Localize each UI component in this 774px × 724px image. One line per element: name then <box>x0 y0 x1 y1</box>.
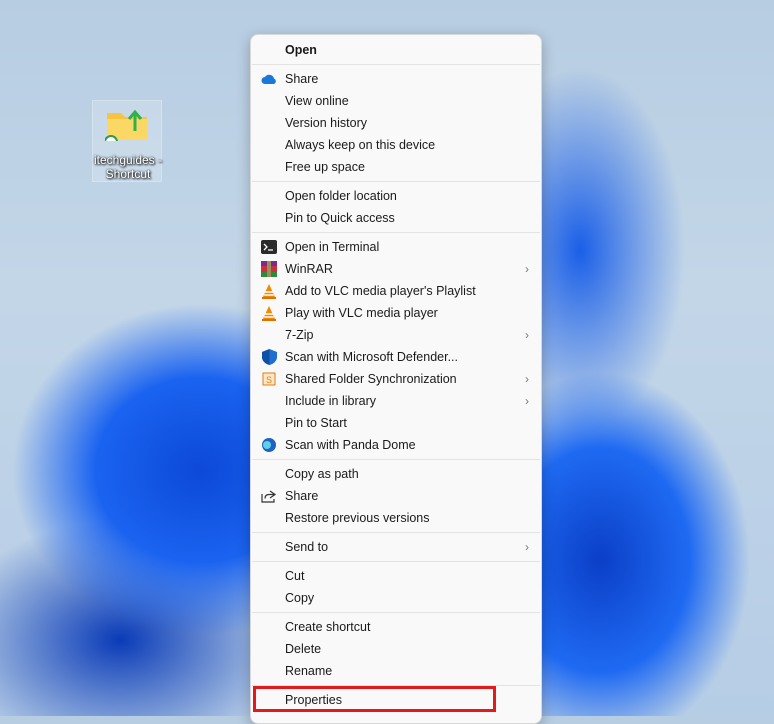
menu-item-restore-previous-versions[interactable]: Restore previous versions <box>251 507 541 529</box>
menu-item-label: Play with VLC media player <box>285 306 438 320</box>
menu-item-pin-to-quick-access[interactable]: Pin to Quick access <box>251 207 541 229</box>
menu-item-copy-as-path[interactable]: Copy as path <box>251 463 541 485</box>
menu-item-add-to-vlc-media-player-s-playlist[interactable]: Add to VLC media player's Playlist <box>251 280 541 302</box>
chevron-right-icon: › <box>525 328 529 342</box>
menu-item-rename[interactable]: Rename <box>251 660 541 682</box>
menu-item-label: Cut <box>285 569 305 583</box>
menu-separator <box>252 232 540 233</box>
menu-item-cut[interactable]: Cut <box>251 565 541 587</box>
menu-item-label: Copy <box>285 591 315 605</box>
vlc-icon <box>261 283 277 299</box>
menu-separator <box>252 612 540 613</box>
sync-icon: S <box>261 371 277 387</box>
menu-item-delete[interactable]: Delete <box>251 638 541 660</box>
menu-separator <box>252 561 540 562</box>
menu-item-include-in-library[interactable]: Include in library › <box>251 390 541 412</box>
menu-item-label: Pin to Quick access <box>285 211 395 225</box>
menu-separator <box>252 459 540 460</box>
desktop-shortcut-itechguides[interactable]: itechguides - Shortcut <box>92 100 162 182</box>
menu-item-view-online[interactable]: View online <box>251 90 541 112</box>
menu-item-label: Always keep on this device <box>285 138 436 152</box>
menu-item-label: Delete <box>285 642 322 656</box>
menu-item-label: Open folder location <box>285 189 397 203</box>
menu-separator <box>252 64 540 65</box>
svg-text:S: S <box>266 375 272 385</box>
menu-item-share[interactable]: Share <box>251 485 541 507</box>
menu-item-label: Copy as path <box>285 467 359 481</box>
menu-item-open-folder-location[interactable]: Open folder location <box>251 185 541 207</box>
menu-item-pin-to-start[interactable]: Pin to Start <box>251 412 541 434</box>
panda-dome-icon <box>261 437 277 453</box>
menu-item-label: Shared Folder Synchronization <box>285 372 457 386</box>
menu-item-label: Open in Terminal <box>285 240 380 254</box>
menu-item-label: WinRAR <box>285 262 333 276</box>
shortcut-label: itechguides - Shortcut <box>93 153 163 181</box>
folder-shortcut-icon <box>105 109 147 141</box>
chevron-right-icon: › <box>525 394 529 408</box>
onedrive-cloud-icon <box>261 71 277 87</box>
menu-item-copy[interactable]: Copy <box>251 587 541 609</box>
menu-item-label: Create shortcut <box>285 620 371 634</box>
menu-item-label: Include in library <box>285 394 377 408</box>
menu-item-label: Send to <box>285 540 329 554</box>
chevron-right-icon: › <box>525 540 529 554</box>
menu-item-label: Share <box>285 489 319 503</box>
menu-item-send-to[interactable]: Send to › <box>251 536 541 558</box>
menu-item-scan-with-panda-dome[interactable]: Scan with Panda Dome <box>251 434 541 456</box>
menu-item-label: 7-Zip <box>285 328 314 342</box>
menu-item-free-up-space[interactable]: Free up space <box>251 156 541 178</box>
menu-item-open[interactable]: Open <box>251 39 541 61</box>
menu-item-7-zip[interactable]: 7-Zip › <box>251 324 541 346</box>
menu-item-label: Version history <box>285 116 367 130</box>
defender-shield-icon <box>261 349 277 365</box>
menu-item-create-shortcut[interactable]: Create shortcut <box>251 616 541 638</box>
context-menu: Open Share View online Version history Alway… <box>250 34 542 724</box>
menu-item-label: Rename <box>285 664 333 678</box>
menu-item-label: Share <box>285 72 319 86</box>
chevron-right-icon: › <box>525 262 529 276</box>
menu-item-label: Add to VLC media player's Playlist <box>285 284 476 298</box>
menu-item-label: Pin to Start <box>285 416 347 430</box>
menu-item-always-keep-on-this-device[interactable]: Always keep on this device <box>251 134 541 156</box>
menu-item-label: Scan with Panda Dome <box>285 438 416 452</box>
menu-separator <box>252 532 540 533</box>
share-icon <box>261 488 277 504</box>
menu-item-scan-with-microsoft-defender[interactable]: Scan with Microsoft Defender... <box>251 346 541 368</box>
menu-item-shared-folder-synchronization[interactable]: S Shared Folder Synchronization › <box>251 368 541 390</box>
winrar-icon <box>261 261 277 277</box>
menu-item-play-with-vlc-media-player[interactable]: Play with VLC media player <box>251 302 541 324</box>
menu-item-label: Open <box>285 43 317 57</box>
menu-item-label: Restore previous versions <box>285 511 430 525</box>
menu-item-label: View online <box>285 94 349 108</box>
menu-item-label: Free up space <box>285 160 365 174</box>
properties-highlight-box <box>253 686 496 712</box>
menu-item-share[interactable]: Share <box>251 68 541 90</box>
terminal-icon <box>261 239 277 255</box>
menu-separator <box>252 181 540 182</box>
chevron-right-icon: › <box>525 372 529 386</box>
menu-item-winrar[interactable]: WinRAR › <box>251 258 541 280</box>
vlc-icon <box>261 305 277 321</box>
menu-item-version-history[interactable]: Version history <box>251 112 541 134</box>
menu-item-label: Scan with Microsoft Defender... <box>285 350 458 364</box>
menu-item-open-in-terminal[interactable]: Open in Terminal <box>251 236 541 258</box>
